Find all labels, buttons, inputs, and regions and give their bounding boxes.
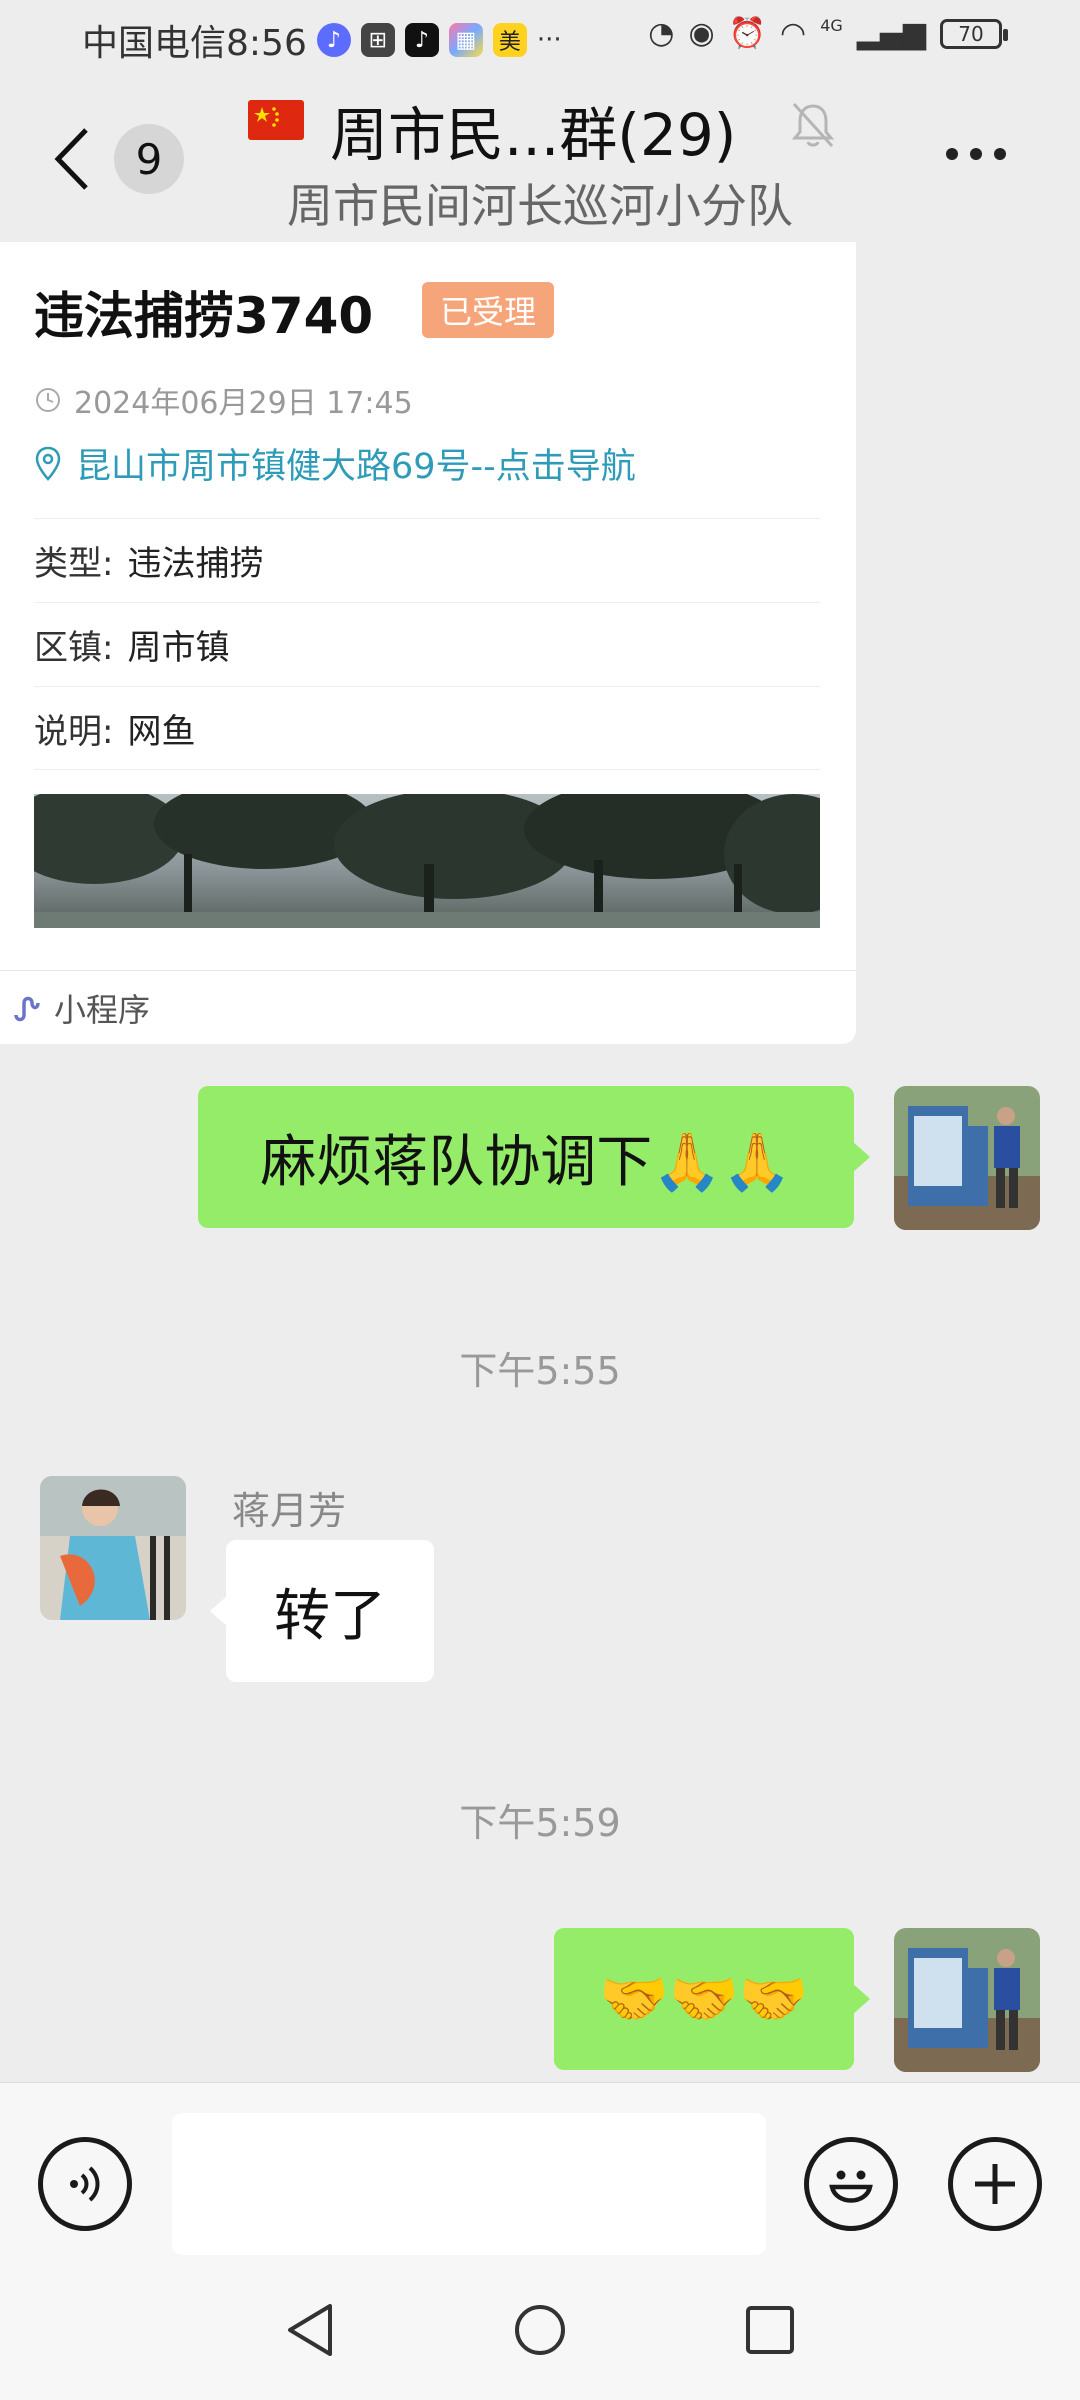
card-datetime: 2024年06月29日 17:45 [74,386,413,421]
message-input[interactable] [172,2113,766,2255]
field-label: 区镇: [34,628,114,668]
card-datetime-row: 2024年06月29日 17:45 [34,378,413,422]
battery-level: 70 [958,21,984,46]
card-photo [34,794,820,928]
nfc-icon: ◔ [648,16,675,51]
alarm-icon: ⏰ [728,16,767,51]
location-pin-icon [35,446,61,481]
incoming-message-bubble[interactable]: 转了 [210,1540,434,1682]
sender-name: 蒋月芳 [232,1489,347,1533]
message-text: 转了 [274,1583,386,1649]
signal-icon: ▂▄▆ [856,16,926,51]
gift-icon: ⊞ [360,23,395,57]
message-text: 🤝🤝🤝 [599,1967,809,2032]
mini-program-card[interactable]: 违法捕捞3740 已受理 2024年06月29日 17:45 昆山市周市镇健大路… [0,242,856,1044]
more-options-button[interactable] [946,148,1006,160]
mute-bell-icon [790,100,836,154]
chat-title[interactable]: 周市民...群(29) [330,88,736,172]
card-footer: 小程序 [0,970,856,1044]
field-value: 网鱼 [127,711,196,752]
status-bar: 中国电信8:56 ♪ ⊞ ♪ ▦ 美 ··· ◔ ◉ ⏰ ◠ 4G ▂▄▆ 70 [0,0,1080,72]
mini-program-label: 小程序 [54,990,151,1029]
voice-icon [70,2166,100,2202]
triangle-back-icon [288,2304,332,2356]
card-location: 昆山市周市镇健大路69号--点击导航 [76,447,636,487]
timestamp: 下午5:55 [459,1349,621,1393]
nav-home-button[interactable] [510,2300,570,2364]
china-flag-icon [248,100,304,140]
timestamp: 下午5:59 [459,1801,621,1845]
system-nav-bar [0,2258,1080,2400]
field-value: 违法捕捞 [127,544,264,584]
card-title: 违法捕捞3740 [34,287,374,345]
field-label: 说明: [34,711,114,752]
chat-header: 9 周市民...群(29) 周市民间河长巡河小分队 [0,72,1080,240]
sender-avatar[interactable] [40,1476,186,1620]
outgoing-message-bubble[interactable]: 麻烦蒋队协调下🙏🙏 [198,1086,870,1228]
more-notifications: ··· [536,25,562,55]
mini-program-icon [14,996,40,1021]
nav-back-button[interactable] [282,2300,338,2364]
wifi-icon: ◠ [780,16,807,51]
status-right: ◔ ◉ ⏰ ◠ 4G ▂▄▆ 70 [648,16,1008,51]
dot-icon [946,148,958,160]
input-bar [0,2082,1080,2258]
field-label: 类型: [34,544,114,584]
nav-recents-button[interactable] [742,2300,798,2364]
square-recents-icon [746,2306,794,2354]
plus-icon [975,2164,1015,2204]
my-avatar[interactable] [894,1928,1040,2072]
carrier-time: 中国电信8:56 [82,23,307,64]
meituan-icon: 美 [492,23,527,57]
dot-icon [970,148,982,160]
field-type: 类型: 违法捕捞 [34,518,820,602]
battery-icon: 70 [940,18,1008,49]
tiktok-icon: ♪ [404,23,439,57]
clock-icon [36,388,60,412]
message-text: 麻烦蒋队协调下🙏🙏 [260,1129,792,1195]
field-description: 说明: 网鱼 [34,686,820,770]
voice-button[interactable] [38,2137,132,2231]
field-value: 周市镇 [127,628,230,668]
dot-icon [994,148,1006,160]
network-label: 4G [820,16,843,35]
circle-home-icon [515,2305,565,2355]
navigate-link[interactable]: 昆山市周市镇健大路69号--点击导航 [34,438,636,489]
app-icon: ▦ [448,23,483,57]
my-avatar[interactable] [894,1086,1040,1230]
eye-icon: ◉ [688,16,715,51]
status-left: 中国电信8:56 ♪ ⊞ ♪ ▦ 美 ··· [82,14,562,66]
status-badge: 已受理 [422,282,555,338]
field-district: 区镇: 周市镇 [34,602,820,686]
more-functions-button[interactable] [948,2137,1042,2231]
emoji-button[interactable] [804,2137,898,2231]
chat-subtitle: 周市民间河长巡河小分队 [287,179,793,233]
smile-icon [829,2170,873,2203]
outgoing-message-bubble[interactable]: 🤝🤝🤝 [554,1928,870,2070]
music-icon: ♪ [316,23,351,57]
